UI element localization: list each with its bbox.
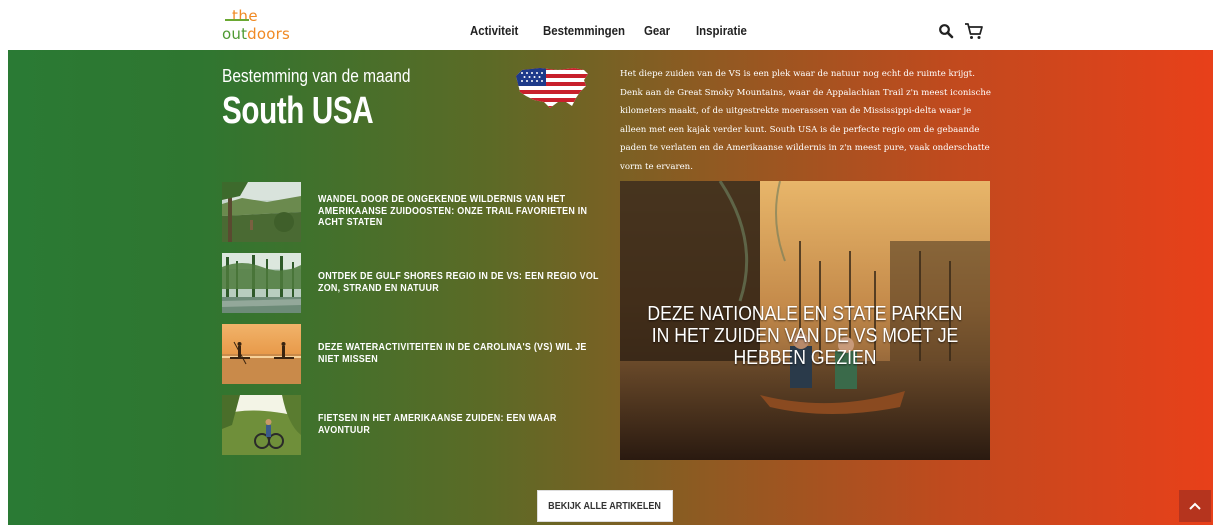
article-item[interactable]: Wandel door de ongekende wildernis van h… bbox=[222, 182, 587, 242]
article-thumbnail[interactable] bbox=[222, 253, 301, 313]
featured-article-title[interactable]: DEZE NATIONALE EN STATE PARKEN IN HET ZU… bbox=[646, 303, 964, 369]
intro-text: Het diepe zuiden van de VS is een plek w… bbox=[620, 69, 992, 172]
nav-inspiratie[interactable]: Inspiratie bbox=[696, 23, 747, 38]
scroll-to-top-button[interactable] bbox=[1179, 490, 1211, 522]
logo-line bbox=[225, 19, 249, 21]
article-title[interactable]: Wandel door de ongekende wildernis van h… bbox=[318, 194, 610, 229]
search-icon[interactable] bbox=[938, 23, 954, 39]
article-thumbnail[interactable] bbox=[222, 395, 301, 455]
destination-title: South USA bbox=[222, 90, 374, 132]
site-header: the outdoors Activiteit Bestemmingen Gea… bbox=[0, 0, 1213, 50]
article-title[interactable]: Fietsen in het Amerikaanse zuiden: een w… bbox=[318, 413, 610, 436]
logo-outdoors: outdoors bbox=[222, 25, 291, 43]
nav-bestemmingen[interactable]: Bestemmingen bbox=[543, 23, 625, 38]
article-item[interactable]: Deze wateractiviteiten in de Carolina's … bbox=[222, 324, 586, 384]
section-kicker: Bestemming van de maand bbox=[222, 66, 411, 86]
site-logo[interactable]: the outdoors bbox=[222, 6, 292, 46]
hero-section bbox=[8, 50, 1213, 525]
article-thumbnail[interactable] bbox=[222, 324, 301, 384]
nav-gear[interactable]: Gear bbox=[644, 23, 670, 38]
article-title[interactable]: Deze wateractiviteiten in de Carolina's … bbox=[318, 342, 610, 365]
article-thumbnail[interactable] bbox=[222, 182, 301, 242]
nav-activiteit[interactable]: Activiteit bbox=[470, 23, 518, 38]
article-item[interactable]: Fietsen in het Amerikaanse zuiden: een w… bbox=[222, 395, 582, 455]
article-item[interactable]: Ontdek de Gulf Shores regio in de VS: ee… bbox=[222, 253, 598, 313]
logo-the: the bbox=[232, 7, 259, 25]
cart-icon[interactable] bbox=[964, 22, 984, 40]
usa-flag-map-icon bbox=[516, 68, 588, 108]
chevron-up-icon bbox=[1189, 502, 1201, 510]
view-all-articles-button[interactable]: BEKIJK ALLE ARTIKELEN bbox=[537, 490, 673, 522]
featured-article[interactable]: DEZE NATIONALE EN STATE PARKEN IN HET ZU… bbox=[620, 181, 990, 460]
article-title[interactable]: Ontdek de Gulf Shores regio in de VS: ee… bbox=[318, 271, 610, 294]
